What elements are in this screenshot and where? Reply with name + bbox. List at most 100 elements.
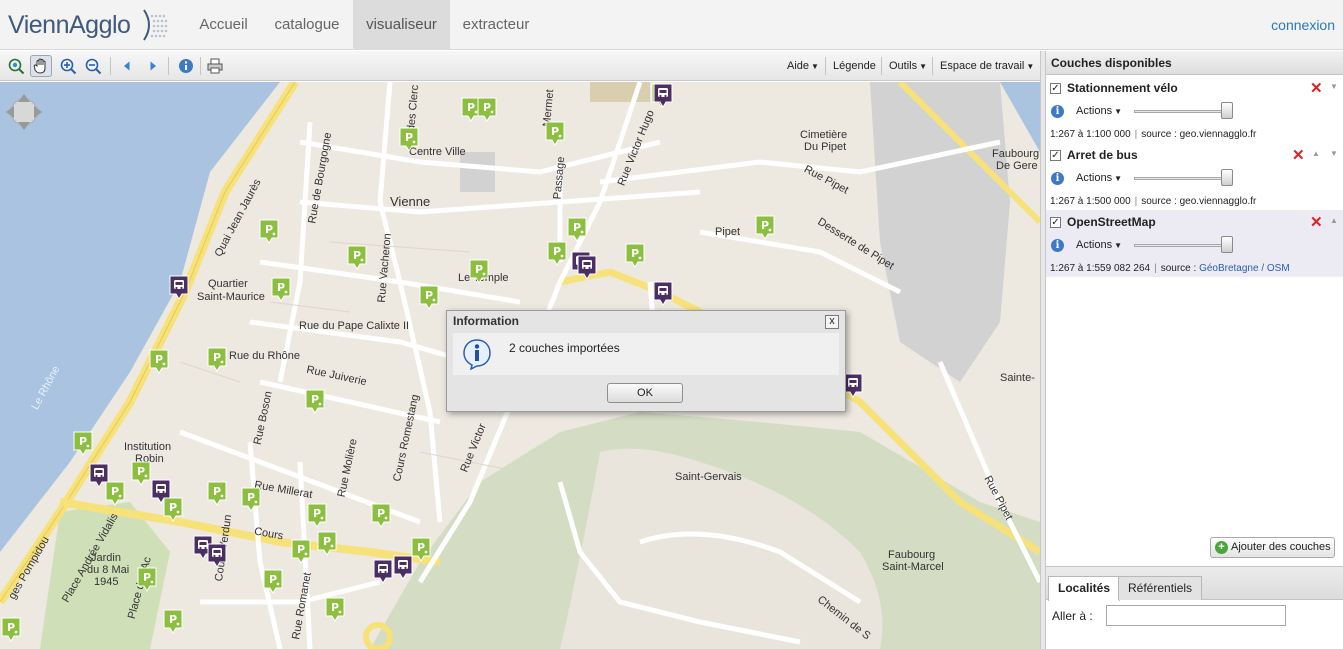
bike-parking-marker-icon[interactable]: P: [130, 460, 152, 486]
opacity-slider-track[interactable]: [1134, 177, 1231, 180]
bike-parking-marker-icon[interactable]: P: [206, 346, 228, 372]
delete-layer-icon[interactable]: ✕: [1292, 146, 1305, 164]
login-link[interactable]: connexion: [1271, 0, 1335, 50]
move-down-icon[interactable]: ▼: [1330, 149, 1338, 158]
bike-parking-marker-icon[interactable]: P: [544, 120, 566, 146]
bike-parking-marker-icon[interactable]: P: [566, 216, 588, 242]
bike-parking-marker-icon[interactable]: P: [148, 348, 170, 374]
nav-tab-extracteur[interactable]: extracteur: [451, 0, 541, 50]
svg-text:P: P: [169, 613, 177, 626]
nav-tab-accueil[interactable]: Accueil: [186, 0, 261, 50]
zoom-in-icon[interactable]: [57, 55, 79, 77]
bike-parking-marker-icon[interactable]: P: [370, 502, 392, 528]
previous-icon[interactable]: [116, 55, 138, 77]
bike-parking-marker-icon[interactable]: P: [0, 616, 22, 642]
layer-item-openstreetmap[interactable]: ✓ OpenStreetMap ✕ ▲ i Actions ▼ 1:267 à 1…: [1046, 210, 1343, 277]
bike-parking-marker-icon[interactable]: P: [546, 240, 568, 266]
layer-name: Stationnement vélo: [1067, 81, 1178, 95]
nav-tab-catalogue[interactable]: catalogue: [262, 0, 352, 50]
menu-aide[interactable]: Aide ▼: [787, 51, 819, 81]
opacity-slider-thumb[interactable]: [1221, 169, 1233, 186]
bike-parking-marker-icon[interactable]: P: [346, 244, 368, 270]
bike-parking-marker-icon[interactable]: P: [754, 214, 776, 240]
bike-parking-marker-icon[interactable]: P: [316, 530, 338, 556]
bike-parking-marker-icon[interactable]: P: [290, 538, 312, 564]
bus-stop-marker-icon[interactable]: [206, 542, 228, 568]
info-icon[interactable]: i: [1051, 239, 1064, 252]
svg-text:P: P: [405, 131, 413, 144]
bike-parking-marker-icon[interactable]: P: [258, 218, 280, 244]
svg-text:P: P: [631, 247, 639, 260]
move-up-icon[interactable]: ▲: [1312, 149, 1320, 158]
zoom-out-icon[interactable]: [82, 55, 104, 77]
bike-parking-marker-icon[interactable]: P: [72, 430, 94, 456]
bike-parking-marker-icon[interactable]: P: [162, 608, 184, 634]
delete-layer-icon[interactable]: ✕: [1310, 213, 1323, 231]
bike-parking-marker-icon[interactable]: P: [418, 284, 440, 310]
layer-visibility-checkbox[interactable]: ✓: [1050, 150, 1061, 161]
move-down-icon[interactable]: ▼: [1330, 82, 1338, 91]
bus-stop-marker-icon[interactable]: [652, 280, 674, 306]
delete-layer-icon[interactable]: ✕: [1310, 79, 1323, 97]
layer-actions-menu[interactable]: Actions ▼: [1076, 105, 1122, 117]
map-viewport[interactable]: Centre Ville Vienne Le Temple Quartier S…: [0, 82, 1040, 649]
opacity-slider-track[interactable]: [1134, 244, 1231, 247]
add-layers-button[interactable]: + Ajouter des couches: [1210, 537, 1335, 558]
layer-item-arret-de-bus[interactable]: ✓ Arret de bus ✕ ▲ ▼ i Actions ▼ 1:267 à …: [1046, 143, 1343, 210]
toolbar-separator: [825, 57, 826, 75]
info-icon[interactable]: [175, 55, 197, 77]
bike-parking-marker-icon[interactable]: P: [324, 596, 346, 622]
bike-parking-marker-icon[interactable]: P: [468, 258, 490, 284]
menu-outils[interactable]: Outils ▼: [889, 51, 927, 81]
map-label: Sainte-: [1000, 372, 1035, 384]
menu-espace-travail[interactable]: Espace de travail ▼: [940, 51, 1034, 81]
layer-visibility-checkbox[interactable]: ✓: [1050, 217, 1061, 228]
bus-stop-marker-icon[interactable]: [88, 462, 110, 488]
svg-text:P: P: [277, 281, 285, 294]
print-icon[interactable]: [204, 55, 226, 77]
opacity-slider-thumb[interactable]: [1221, 236, 1233, 253]
info-icon[interactable]: i: [1051, 172, 1064, 185]
opacity-slider-thumb[interactable]: [1221, 102, 1233, 119]
bike-parking-marker-icon[interactable]: P: [262, 568, 284, 594]
nav-tab-visualiseur[interactable]: visualiseur: [353, 0, 450, 50]
bus-stop-marker-icon[interactable]: [576, 254, 598, 280]
bus-stop-marker-icon[interactable]: [392, 554, 414, 580]
bus-stop-marker-icon[interactable]: [168, 274, 190, 300]
bike-parking-marker-icon[interactable]: P: [270, 276, 292, 302]
bike-parking-marker-icon[interactable]: P: [624, 242, 646, 268]
bus-stop-marker-icon[interactable]: [652, 82, 674, 108]
bike-parking-marker-icon[interactable]: P: [136, 566, 158, 592]
menu-legende[interactable]: Légende: [833, 51, 876, 81]
source-link[interactable]: GéoBretagne / OSM: [1199, 263, 1290, 274]
bike-parking-marker-icon[interactable]: P: [306, 502, 328, 528]
close-icon[interactable]: x: [825, 315, 839, 329]
layer-actions-menu[interactable]: Actions ▼: [1076, 239, 1122, 251]
bus-stop-marker-icon[interactable]: [372, 558, 394, 584]
layer-visibility-checkbox[interactable]: ✓: [1050, 83, 1061, 94]
bike-parking-marker-icon[interactable]: P: [476, 96, 498, 122]
zoom-extent-icon[interactable]: [5, 55, 27, 77]
dialog-message: 2 couches importées: [509, 341, 620, 355]
layer-item-stationnement-velo[interactable]: ✓ Stationnement vélo ✕ ▼ i Actions ▼ 1:26…: [1046, 76, 1343, 143]
tab-localites[interactable]: Localités: [1048, 576, 1121, 601]
next-icon[interactable]: [142, 55, 164, 77]
bus-stop-marker-icon[interactable]: [150, 478, 172, 504]
pan-navigation-icon[interactable]: [6, 92, 42, 132]
scale-range: 1:267 à 1:559 082 264: [1050, 263, 1151, 274]
goto-input[interactable]: [1106, 605, 1286, 626]
bike-parking-marker-icon[interactable]: P: [304, 388, 326, 414]
ok-button[interactable]: OK: [607, 383, 683, 403]
info-icon[interactable]: i: [1051, 105, 1064, 118]
pan-hand-icon[interactable]: [30, 55, 52, 77]
opacity-slider-track[interactable]: [1134, 110, 1231, 113]
layer-actions-menu[interactable]: Actions ▼: [1076, 172, 1122, 184]
svg-text:P: P: [353, 249, 361, 262]
bike-parking-marker-icon[interactable]: P: [240, 486, 262, 512]
tab-referentiels[interactable]: Référentiels: [1118, 576, 1203, 600]
logo[interactable]: ViennAgglo: [8, 6, 170, 44]
bike-parking-marker-icon[interactable]: P: [206, 480, 228, 506]
bike-parking-marker-icon[interactable]: P: [398, 126, 420, 152]
svg-text:P: P: [553, 245, 561, 258]
move-up-icon[interactable]: ▲: [1330, 216, 1338, 225]
